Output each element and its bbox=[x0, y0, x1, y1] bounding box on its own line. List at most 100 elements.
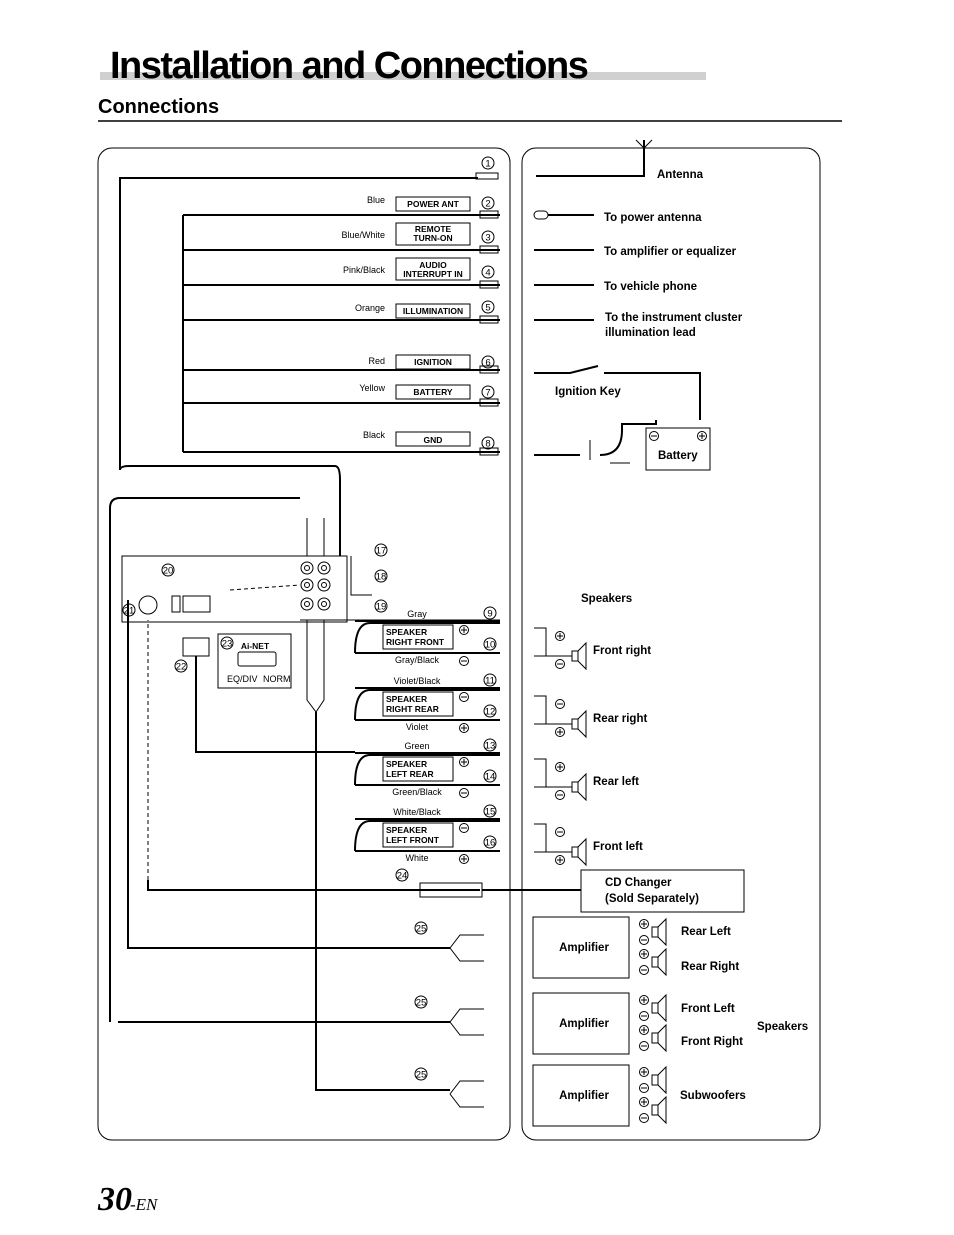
rca-jack-icon bbox=[300, 597, 314, 611]
circled-number: 9 bbox=[487, 609, 492, 620]
speaker-icon bbox=[571, 641, 587, 671]
label-phone: To vehicle phone bbox=[604, 281, 697, 293]
rca-jack-icon bbox=[300, 578, 314, 592]
rca-jack-icon bbox=[317, 597, 331, 611]
antenna-wire bbox=[119, 177, 478, 470]
circled-number: 10 bbox=[485, 640, 496, 651]
circled-number: 12 bbox=[485, 707, 496, 718]
page-number: 30 bbox=[97, 1181, 132, 1218]
fuse-icon bbox=[171, 595, 181, 613]
wire-color: Black bbox=[363, 430, 386, 440]
power-connector-icon bbox=[182, 595, 211, 613]
rca-jack-center bbox=[304, 582, 310, 588]
circled-number: 17 bbox=[376, 546, 387, 557]
rca-jack-center bbox=[321, 582, 327, 588]
circled-number: 23 bbox=[222, 639, 233, 650]
amplifier-output: Rear Right bbox=[681, 961, 739, 973]
rca-lead-out bbox=[306, 620, 325, 713]
wire-color: White bbox=[405, 853, 428, 863]
wire-color: Violet/Black bbox=[394, 676, 441, 686]
wire-label: POWER ANT bbox=[407, 199, 459, 209]
rca-jack-center bbox=[321, 565, 327, 571]
rca-jack-icon bbox=[300, 561, 314, 575]
circled-number: 19 bbox=[376, 602, 387, 613]
circled-number: 13 bbox=[485, 741, 496, 752]
amplifier-output: Front Left bbox=[681, 1003, 735, 1015]
rca-jack-center bbox=[321, 601, 327, 607]
wire-label: GND bbox=[424, 435, 443, 445]
page-title: Installation and Connections bbox=[110, 45, 588, 87]
wire-color: Green bbox=[404, 741, 429, 751]
circled-number: 15 bbox=[485, 807, 496, 818]
rca-jack-icon bbox=[317, 561, 331, 575]
amplifier-label: Amplifier bbox=[559, 1090, 609, 1102]
wire-label: IGNITION bbox=[414, 357, 452, 367]
circled-number: 24 bbox=[397, 871, 408, 882]
label-illumination: To the instrument cluster bbox=[605, 312, 743, 324]
wire-label: BATTERY bbox=[413, 387, 453, 397]
amplifier-output: Subwoofers bbox=[680, 1090, 746, 1102]
rca-jack-center bbox=[304, 601, 310, 607]
speaker-label: LEFT FRONT bbox=[386, 835, 440, 845]
amplifier-output: Rear Left bbox=[681, 926, 731, 938]
circled-number: 25 bbox=[416, 924, 427, 935]
speaker-label: RIGHT FRONT bbox=[386, 637, 445, 647]
label-battery: Battery bbox=[658, 450, 698, 462]
speaker-icon bbox=[571, 772, 587, 802]
wire-label: TURN-ON bbox=[413, 233, 452, 243]
circled-number: 25 bbox=[416, 1070, 427, 1081]
circled-number: 5 bbox=[485, 303, 490, 314]
speaker-label: SPEAKER bbox=[386, 627, 427, 637]
speaker-lead bbox=[534, 758, 572, 788]
plug-icon bbox=[533, 210, 549, 220]
circled-number: 7 bbox=[485, 388, 490, 399]
wire-color: White/Black bbox=[393, 807, 441, 817]
wire-color: Gray bbox=[407, 609, 427, 619]
rca-pair-icon bbox=[449, 934, 484, 962]
lead-17 bbox=[350, 556, 372, 596]
circled-number: 11 bbox=[485, 676, 495, 687]
preout-cable bbox=[109, 497, 300, 1022]
circled-number: 16 bbox=[485, 838, 496, 849]
circled-number: 21 bbox=[124, 606, 135, 617]
circled-number: 25 bbox=[416, 998, 427, 1009]
wire-color: Yellow bbox=[359, 383, 385, 393]
head-unit bbox=[121, 555, 348, 623]
antenna-cable bbox=[536, 140, 645, 177]
label-antenna: Antenna bbox=[657, 169, 704, 181]
manual-page: Installation and Connections Connections… bbox=[0, 0, 954, 1235]
label-ignition-key: Ignition Key bbox=[555, 386, 621, 398]
circled-number: 14 bbox=[485, 772, 496, 783]
wire-color: Blue bbox=[367, 195, 385, 205]
box-22 bbox=[182, 637, 210, 657]
destination-panel bbox=[521, 147, 821, 1141]
antenna-plug-icon bbox=[475, 172, 499, 180]
speaker-lead bbox=[534, 627, 572, 657]
speaker-dest: Rear left bbox=[593, 776, 639, 788]
amplifier-output: Front Right bbox=[681, 1036, 743, 1048]
circled-number: 20 bbox=[163, 566, 174, 577]
label-amplifier: To amplifier or equalizer bbox=[604, 246, 737, 258]
circled-number: 6 bbox=[485, 358, 490, 369]
label-illumination-2: illumination lead bbox=[605, 327, 696, 339]
speaker-lead bbox=[534, 695, 572, 725]
battery-icon bbox=[645, 427, 711, 471]
speaker-icon bbox=[651, 917, 667, 947]
wire-color: Blue/White bbox=[341, 230, 385, 240]
speaker-icon bbox=[651, 1095, 667, 1125]
page-suffix: -EN bbox=[130, 1195, 159, 1214]
amplifier-label: Amplifier bbox=[559, 942, 609, 954]
speaker-dest: Front right bbox=[593, 645, 651, 657]
cd-changer-label: CD Changer bbox=[605, 877, 672, 889]
circled-number: 2 bbox=[485, 199, 490, 210]
rca-jack-icon bbox=[317, 578, 331, 592]
cd-cable bbox=[147, 880, 480, 891]
circled-number: 22 bbox=[176, 662, 187, 673]
amplifier-label: Amplifier bbox=[559, 1018, 609, 1030]
speaker-icon bbox=[571, 837, 587, 867]
circled-number: 18 bbox=[376, 572, 387, 583]
rca-pair-icon bbox=[449, 1008, 484, 1036]
circled-number: 3 bbox=[485, 233, 490, 244]
rca-jack-center bbox=[304, 565, 310, 571]
speaker-icon bbox=[651, 1065, 667, 1095]
